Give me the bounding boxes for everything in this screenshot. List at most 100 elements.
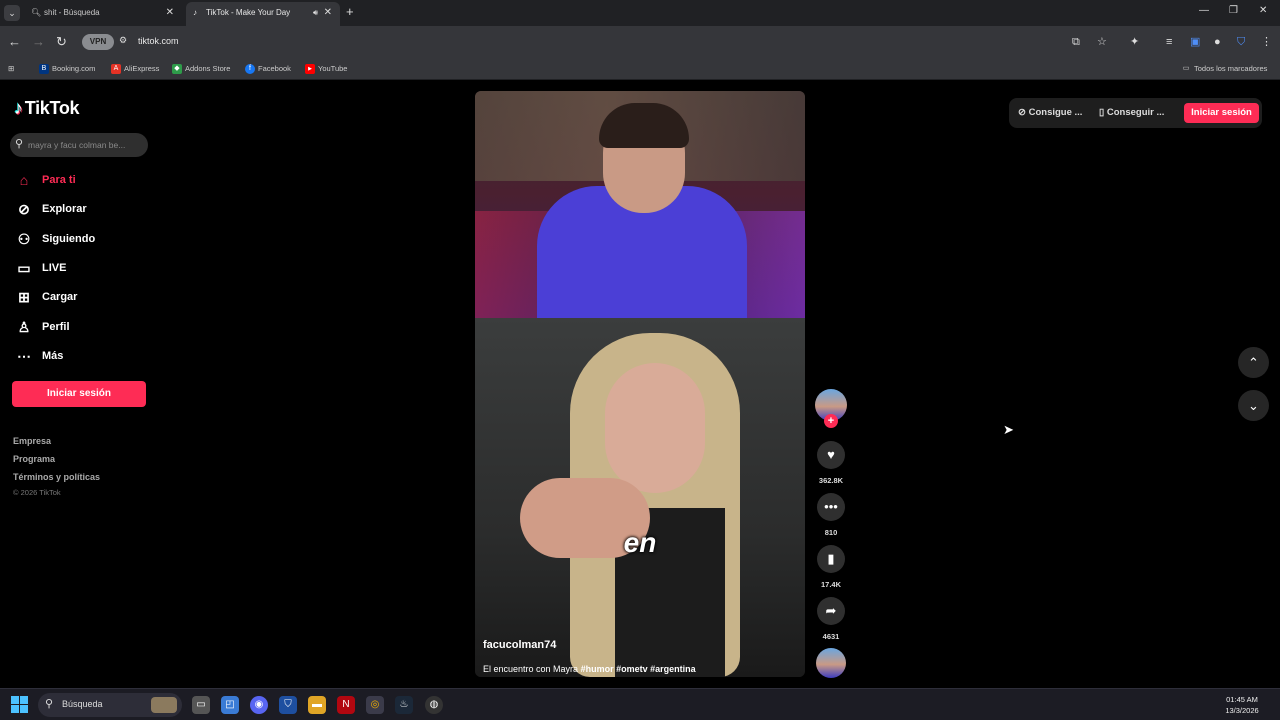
get-app-button[interactable]: ⊘ Consigue ...: [1018, 102, 1082, 124]
bookmarks-bar: ⊞ B Booking.com A AliExpress ◆ Addons St…: [0, 58, 1280, 80]
save-button[interactable]: ▮: [817, 545, 845, 573]
video-frame-bottom: [475, 318, 805, 677]
video-frame-top: [475, 91, 805, 326]
task-view-icon[interactable]: ▭: [192, 696, 210, 714]
nav-label: Explorar: [42, 203, 87, 215]
address-bar[interactable]: tiktok.com: [138, 36, 179, 46]
profile-icon[interactable]: ●: [1214, 34, 1221, 50]
new-tab-button[interactable]: +: [346, 4, 354, 19]
search-box[interactable]: ⚲: [10, 133, 148, 157]
comment-button[interactable]: •••: [817, 493, 845, 521]
aliexpress-icon: A: [111, 64, 121, 74]
nav-perfil[interactable]: ♙ Perfil: [14, 316, 70, 338]
bookmark-label: Booking.com: [52, 64, 96, 73]
bookmark-label: Addons Store: [185, 64, 231, 73]
nav-live[interactable]: ▭ LIVE: [14, 257, 66, 279]
minimize-icon[interactable]: —: [1199, 5, 1209, 16]
extensions-icon[interactable]: ✦: [1130, 34, 1139, 50]
file-explorer-icon[interactable]: ▬: [308, 696, 326, 714]
follow-plus-icon[interactable]: +: [824, 414, 838, 428]
bookmark-aliexpress[interactable]: A AliExpress: [111, 62, 159, 76]
description-text: El encuentro con Mayra: [483, 664, 579, 674]
nav-label: LIVE: [42, 262, 67, 274]
bookmark-star-icon[interactable]: ☆: [1097, 34, 1107, 50]
nav-explorar[interactable]: ⊘ Explorar: [14, 198, 87, 220]
netflix-icon[interactable]: N: [337, 696, 355, 714]
footer-link-programa[interactable]: Programa: [13, 454, 55, 464]
search-icon: ⚲: [45, 698, 54, 710]
tab-search-button[interactable]: ⌄: [4, 5, 20, 21]
sound-avatar[interactable]: [816, 648, 846, 678]
bookmark-booking[interactable]: B Booking.com: [39, 62, 95, 76]
speaker-icon[interactable]: 🔊︎: [313, 2, 318, 24]
back-icon[interactable]: ←: [8, 34, 21, 50]
clock-time: 01:45 AM: [1226, 695, 1258, 704]
more-icon: ⋯: [17, 348, 31, 364]
tab-title: shit - Búsqueda: [44, 8, 100, 17]
mouse-cursor-icon: ➤: [1003, 422, 1014, 437]
get-app-label: Consigue ...: [1028, 107, 1083, 118]
search-input[interactable]: [28, 133, 143, 157]
nav-mas[interactable]: ⋯ Más: [14, 345, 63, 367]
app-icon[interactable]: ◰: [221, 696, 239, 714]
nav-para-ti[interactable]: ⌂ Para ti: [14, 169, 76, 191]
header-login-button[interactable]: Iniciar sesión: [1184, 103, 1259, 123]
sidebar-login-button[interactable]: Iniciar sesión: [12, 381, 146, 407]
profile-icon: ♙: [17, 319, 31, 335]
system-clock[interactable]: 01:45 AM 13/3/2026: [1222, 694, 1262, 716]
chevron-down-icon[interactable]: ⌄: [1238, 390, 1269, 421]
share-icon: ➦: [825, 603, 837, 618]
bookmark-label: Facebook: [258, 64, 291, 73]
reload-icon[interactable]: ↻: [56, 34, 67, 50]
tab-search-results[interactable]: 🔍︎ shit - Búsqueda ✕: [24, 2, 182, 26]
media-control-icon[interactable]: ≡: [1166, 34, 1172, 50]
like-button[interactable]: ♥: [817, 441, 845, 469]
nav-siguiendo[interactable]: ⚇ Siguiendo: [14, 228, 95, 250]
close-tab-icon[interactable]: ✕: [166, 2, 174, 24]
close-window-icon[interactable]: ✕: [1259, 5, 1267, 16]
chrome-icon[interactable]: ◎: [366, 696, 384, 714]
video-hashtags[interactable]: #humor #ometv #argentina: [581, 664, 696, 674]
chevron-up-icon[interactable]: ⌃: [1238, 347, 1269, 378]
sidebar-icon[interactable]: ▣: [1190, 34, 1200, 50]
tiktok-logo[interactable]: ♪ TikTok: [14, 98, 80, 119]
site-info-icon[interactable]: ⚙: [119, 35, 127, 46]
video-player[interactable]: en facucolman74 El encuentro con Mayra #…: [475, 91, 805, 677]
apps-grid-icon[interactable]: ⊞: [8, 62, 14, 76]
nav-cargar[interactable]: ⊞ Cargar: [14, 286, 77, 308]
bookmark-icon: ▮: [827, 551, 835, 566]
shield-app-icon[interactable]: ⛉: [279, 696, 297, 714]
restore-icon[interactable]: ❐: [1229, 5, 1238, 16]
tab-tiktok[interactable]: ♪ TikTok - Make Your Day 🔊︎ ✕: [186, 2, 340, 26]
bookmark-addons-store[interactable]: ◆ Addons Store: [172, 62, 230, 76]
compass-icon: ⊘: [18, 201, 30, 217]
bookmark-youtube[interactable]: ▶ YouTube: [305, 62, 347, 76]
bookmark-facebook[interactable]: f Facebook: [245, 62, 291, 76]
upload-icon: ⊞: [18, 289, 30, 305]
tiktok-note-icon: ♪: [14, 98, 23, 118]
video-username[interactable]: facucolman74: [483, 639, 556, 651]
windows-start-icon[interactable]: [11, 696, 29, 714]
discord-icon[interactable]: ◉: [250, 696, 268, 714]
get-mobile-app-button[interactable]: ▯ Conseguir ...: [1099, 102, 1164, 124]
close-tab-icon[interactable]: ✕: [324, 2, 332, 24]
menu-icon[interactable]: ⋮: [1261, 34, 1272, 50]
footer-link-terminos[interactable]: Términos y políticas: [13, 472, 100, 482]
browser-tab-bar: ⌄ 🔍︎ shit - Búsqueda ✕ ♪ TikTok - Make Y…: [0, 0, 1280, 26]
tab-title: TikTok - Make Your Day: [206, 8, 291, 17]
get-app-label: Conseguir ...: [1106, 107, 1165, 118]
obs-icon[interactable]: ◍: [425, 696, 443, 714]
forward-icon[interactable]: →: [32, 34, 45, 50]
browser-toolbar: ← → ↻ VPN ⚙ tiktok.com ⧉ ☆ ✦ ≡ ▣ ● ⛉ ⋮: [0, 26, 1280, 58]
search-icon: 🔍︎: [31, 8, 42, 17]
addons-icon: ◆: [172, 64, 182, 74]
steam-icon[interactable]: ♨: [395, 696, 413, 714]
share-button[interactable]: ➦: [817, 597, 845, 625]
install-app-icon[interactable]: ⧉: [1072, 34, 1080, 50]
taskbar-search[interactable]: ⚲ Búsqueda: [38, 693, 182, 717]
shield-icon[interactable]: ⛉: [1237, 34, 1245, 50]
all-bookmarks-folder[interactable]: ▭ Todos los marcadores: [1181, 62, 1268, 76]
taskbar-search-label: Búsqueda: [62, 699, 103, 709]
vpn-badge[interactable]: VPN: [82, 34, 114, 50]
footer-link-empresa[interactable]: Empresa: [13, 436, 51, 446]
